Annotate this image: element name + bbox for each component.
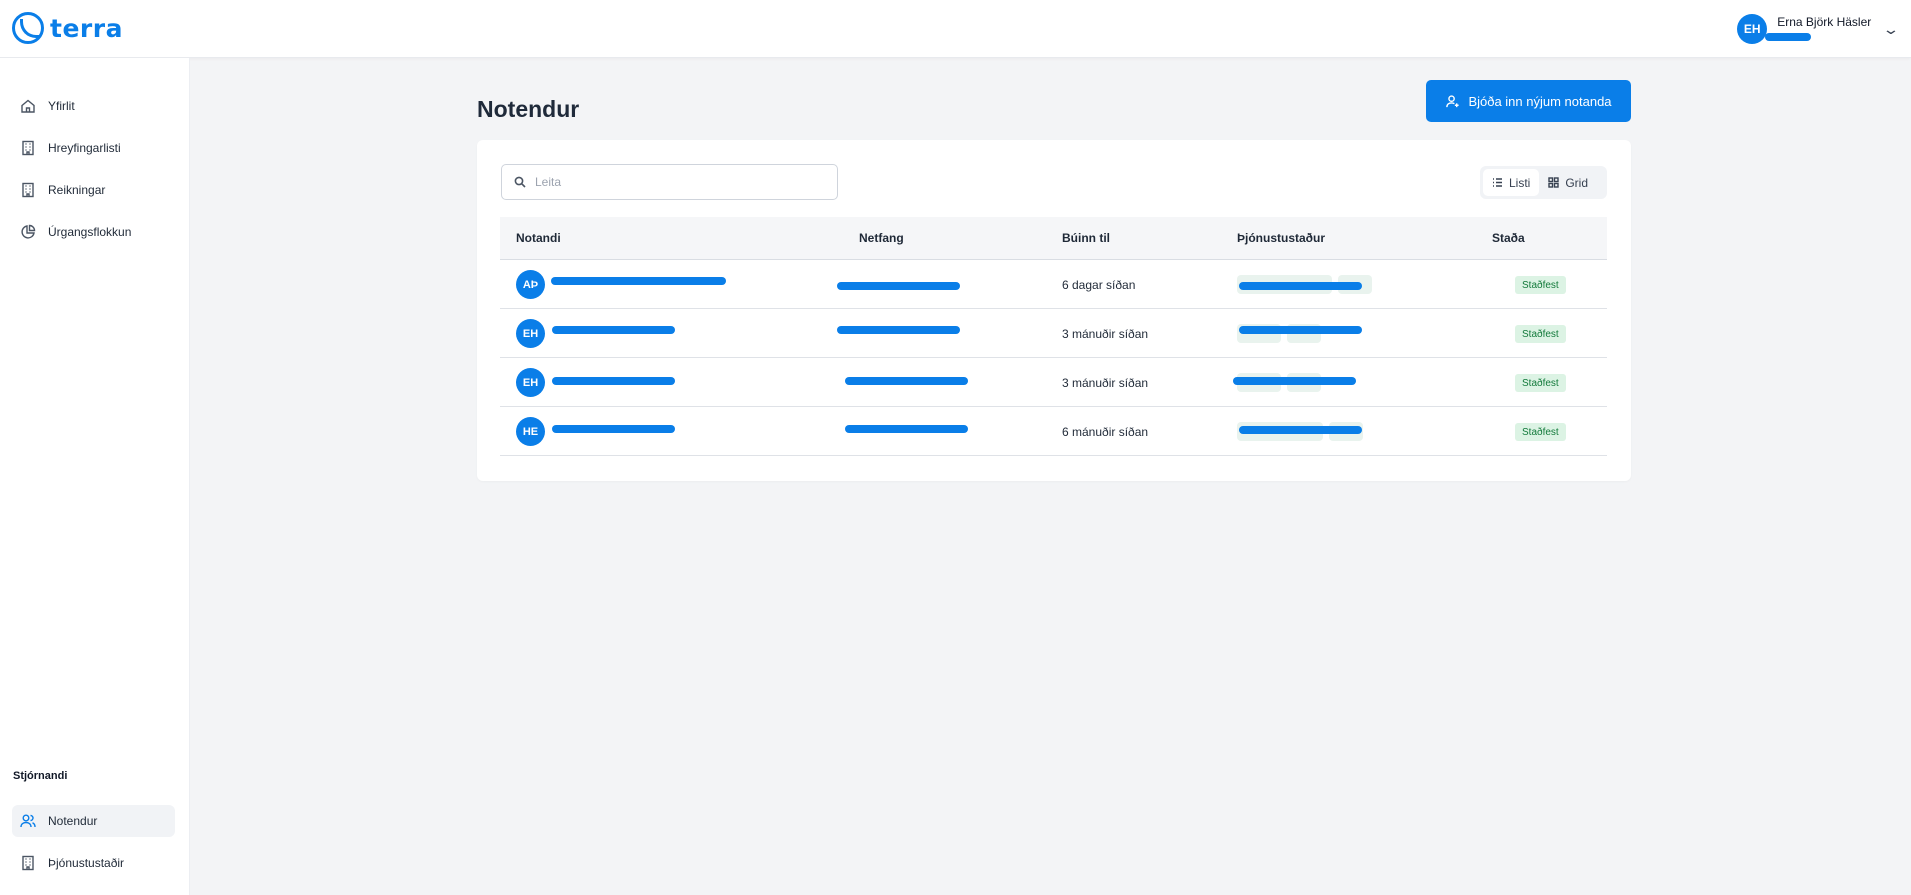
view-toggle: Listi Grid [1480, 166, 1607, 199]
sidebar-item-urgangsflokkun[interactable]: Úrgangsflokkun [12, 216, 175, 248]
pie-chart-icon [20, 224, 36, 240]
search-input[interactable] [535, 175, 825, 189]
created-cell: 6 dagar síðan [1062, 277, 1136, 292]
building-icon [20, 855, 36, 871]
users-icon [20, 813, 36, 829]
sidebar-item-label: Reikningar [48, 183, 106, 197]
redaction-mark [552, 326, 675, 334]
table-header: Notandi Netfang Búinn til Þjónustustaður… [500, 217, 1607, 260]
user-avatar: EH [516, 319, 545, 348]
redaction-mark [1765, 33, 1812, 41]
table-row[interactable]: EH 3 mánuðir síðan Staðfest [500, 358, 1607, 407]
top-bar: terra EH Erna Björk Häsler ⌄ [0, 0, 1911, 58]
building-icon [20, 182, 36, 198]
sidebar-item-notendur[interactable]: Notendur [12, 805, 175, 837]
status-badge: Staðfest [1515, 325, 1566, 343]
user-avatar: EH [1737, 14, 1768, 44]
user-menu[interactable]: EH Erna Björk Häsler ⌄ [1737, 14, 1900, 44]
sidebar-item-label: Úrgangsflokkun [48, 225, 132, 239]
column-header-created[interactable]: Búinn til [1062, 231, 1110, 245]
grid-icon [1548, 177, 1560, 188]
invite-user-button[interactable]: Bjóða inn nýjum notanda [1426, 80, 1631, 122]
redaction-mark [1239, 426, 1362, 434]
users-card: Listi Grid Notandi Netfang Búinn til Þjó… [477, 140, 1631, 481]
search-icon [514, 176, 526, 188]
redaction-mark [837, 326, 960, 334]
invite-button-label: Bjóða inn nýjum notanda [1468, 93, 1612, 109]
sidebar-item-yfirlit[interactable]: Yfirlit [12, 90, 175, 122]
redaction-mark [845, 425, 968, 433]
sidebar-item-label: Yfirlit [48, 99, 75, 113]
redaction-mark [552, 425, 675, 433]
terra-logo[interactable]: terra [12, 12, 123, 44]
chevron-down-icon[interactable]: ⌄ [1882, 21, 1900, 38]
created-cell: 6 mánuðir síðan [1062, 424, 1149, 439]
redaction-mark [552, 377, 675, 385]
table-row[interactable]: HE 6 mánuðir síðan Staðfest [500, 407, 1607, 456]
created-cell: 3 mánuðir síðan [1062, 326, 1149, 341]
status-badge: Staðfest [1515, 423, 1566, 441]
sidebar-item-label: Notendur [48, 814, 98, 828]
list-view-button[interactable]: Listi [1483, 169, 1540, 196]
list-icon [1493, 178, 1502, 187]
created-cell: 3 mánuðir síðan [1062, 375, 1149, 390]
grid-view-button[interactable]: Grid [1539, 169, 1597, 196]
sidebar-item-reikningar[interactable]: Reikningar [12, 174, 175, 206]
users-table: Notandi Netfang Búinn til Þjónustustaður… [500, 217, 1607, 456]
redaction-mark [845, 377, 968, 385]
grid-view-label: Grid [1565, 175, 1589, 190]
redaction-mark [837, 282, 960, 290]
admin-section-label: Stjórnandi [13, 770, 68, 782]
status-badge: Staðfest [1515, 276, 1566, 294]
column-header-email[interactable]: Netfang [859, 231, 904, 245]
column-header-status[interactable]: Staða [1492, 231, 1525, 245]
sidebar-item-label: Þjónustustaðir [48, 856, 125, 870]
user-avatar: EH [516, 368, 545, 397]
redaction-mark [1239, 282, 1362, 290]
user-plus-icon [1446, 94, 1460, 107]
sidebar-item-label: Hreyfingarlisti [48, 141, 121, 155]
list-view-label: Listi [1509, 175, 1531, 190]
logo-text: terra [50, 13, 123, 43]
sidebar-item-thjonustustadir[interactable]: Þjónustustaðir [12, 847, 175, 879]
redaction-mark [1233, 377, 1356, 385]
sidebar: Yfirlit Hreyfingarlisti Reikningar Úrgan… [0, 58, 190, 895]
user-avatar: HE [516, 417, 545, 446]
column-header-service-location[interactable]: Þjónustustaður [1237, 231, 1325, 245]
table-row[interactable]: EH 3 mánuðir síðan Staðfest [500, 309, 1607, 358]
user-name: Erna Björk Häsler [1777, 15, 1872, 29]
page-title: Notendur [477, 96, 580, 122]
home-icon [20, 98, 36, 114]
column-header-user[interactable]: Notandi [516, 231, 561, 245]
status-badge: Staðfest [1515, 374, 1566, 392]
table-row[interactable]: AÞ 6 dagar síðan Staðfest [500, 260, 1607, 309]
search-field[interactable] [501, 164, 838, 200]
user-avatar: AÞ [516, 270, 545, 299]
building-icon [20, 140, 36, 156]
redaction-mark [551, 277, 726, 285]
terra-logo-icon [12, 12, 44, 44]
sidebar-item-hreyfingarlisti[interactable]: Hreyfingarlisti [12, 132, 175, 164]
redaction-mark [1239, 326, 1362, 334]
